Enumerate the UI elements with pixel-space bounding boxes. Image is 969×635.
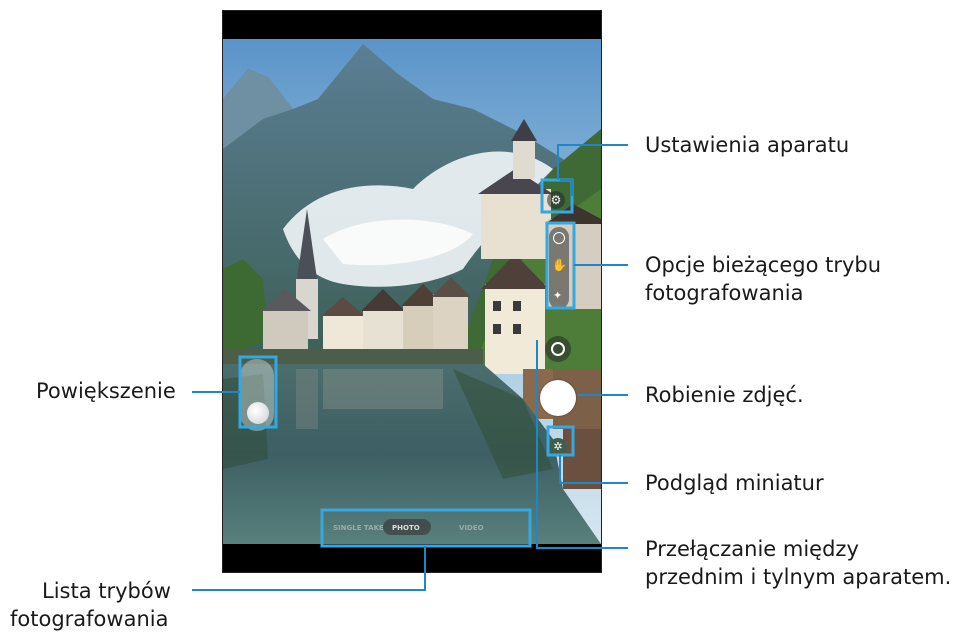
- label-zoom: Powiększenie: [36, 379, 176, 403]
- switch-camera-button[interactable]: [545, 336, 571, 362]
- mode-video[interactable]: VIDEO: [459, 524, 484, 532]
- thumbnail-icon: ✲: [553, 440, 563, 453]
- phone-screen: ⚙ ✋ ✦ ✲ SINGLE TAKE PHOTO VIDEO: [222, 10, 602, 573]
- switch-camera-icon: [551, 342, 565, 356]
- label-shutter: Robienie zdjęć.: [645, 383, 804, 407]
- mode-single-take[interactable]: SINGLE TAKE: [333, 524, 384, 532]
- zoom-knob[interactable]: [247, 402, 269, 424]
- sparkle-icon[interactable]: ✦: [553, 289, 562, 302]
- settings-button[interactable]: ⚙: [547, 191, 565, 209]
- shutter-button[interactable]: [540, 380, 576, 416]
- label-mode-options-2: fotografowania: [645, 281, 804, 305]
- camera-viewfinder: ⚙ ✋ ✦ ✲ SINGLE TAKE PHOTO VIDEO: [223, 39, 601, 544]
- label-settings: Ustawienia aparatu: [645, 133, 850, 157]
- label-mode-list-2: fotografowania: [10, 607, 169, 631]
- label-thumbnail: Podgląd miniatur: [645, 471, 824, 495]
- scene-image: [223, 39, 601, 544]
- gear-icon: ⚙: [550, 193, 562, 207]
- label-mode-list-1: Lista trybów: [42, 579, 171, 603]
- timer-icon[interactable]: [553, 232, 565, 244]
- thumbnail-preview[interactable]: ✲: [549, 438, 567, 456]
- palm-icon[interactable]: ✋: [552, 258, 567, 272]
- mode-photo[interactable]: PHOTO: [392, 524, 420, 532]
- label-switch-2: przednim i tylnym aparatem.: [645, 565, 952, 589]
- label-switch-1: Przełączanie między: [645, 537, 859, 561]
- label-mode-options-1: Opcje bieżącego trybu: [645, 253, 882, 277]
